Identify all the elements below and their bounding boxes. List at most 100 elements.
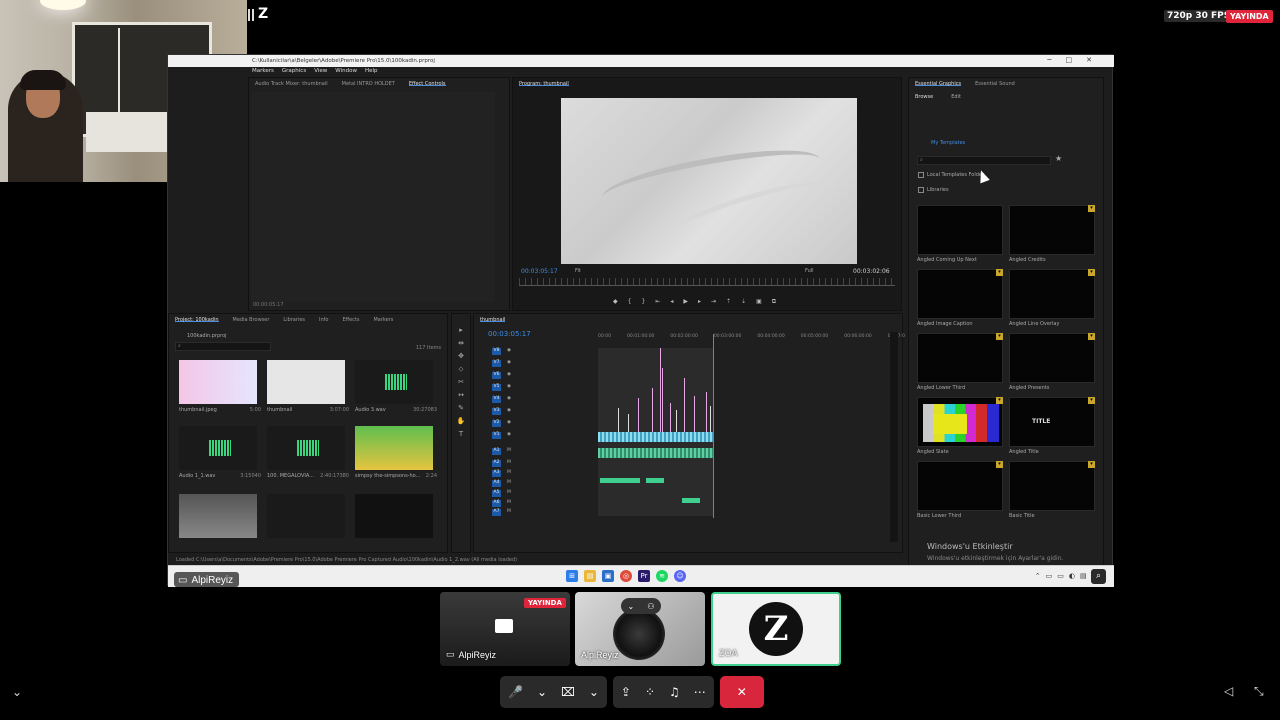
asset-tile[interactable]: 100. MEGALOVIA... 2:40:17380 [267, 426, 349, 484]
template-tile[interactable]: ▾ Angled Lower Third [917, 333, 1003, 395]
mic-icon[interactable]: M [507, 470, 511, 478]
menu-graphics[interactable]: Graphics [282, 68, 306, 77]
asset-tile[interactable]: thumbnail.jpeg 5:00 [179, 360, 261, 418]
audio-clip[interactable] [600, 478, 640, 483]
timeline-timecode[interactable]: 00:03:05:17 [488, 330, 531, 338]
slip-tool-icon[interactable]: ↔ [452, 389, 470, 402]
participant-tile-user[interactable]: ⌄ ⚇ AlpiReyiz [575, 592, 705, 666]
tab-timeline-sequence[interactable]: thumbnail [480, 317, 506, 323]
track-header[interactable]: A6 M [492, 500, 598, 508]
go-to-out-icon[interactable]: ⇥ [711, 298, 716, 306]
mark-out-icon[interactable]: } [641, 298, 645, 306]
windows-start-icon[interactable]: ⊞ [566, 570, 578, 582]
step-back-icon[interactable]: ◂ [670, 298, 673, 306]
timeline-ruler[interactable]: 00:00 00:01:00:00 00:02:00:00 00:03:00:0… [598, 334, 905, 344]
tab-essential-graphics[interactable]: Essential Graphics [915, 81, 962, 87]
premiere-window[interactable]: C:\Kullanicilar\a\Belgeler\Adobe\Premier… [167, 54, 1114, 587]
participant-tile-stream[interactable]: YAYINDA ▭ AlpiReyiz [440, 592, 570, 666]
audio-clip-strip[interactable] [598, 448, 714, 458]
video-clip[interactable] [660, 348, 661, 440]
templates-search-input[interactable]: ⌕ [917, 156, 1051, 165]
eye-icon[interactable]: ◉ [507, 372, 511, 380]
ripple-edit-tool-icon[interactable]: ✥ [452, 350, 470, 363]
tab-program[interactable]: Program: thumbnail [519, 81, 569, 87]
template-tile[interactable]: ▾ Basic Title [1009, 461, 1095, 523]
spotify-icon[interactable]: ≋ [656, 570, 668, 582]
track-header[interactable]: V5 ◉ [492, 384, 598, 392]
chevron-down-icon[interactable]: ⌄ [589, 685, 599, 699]
hand-tool-icon[interactable]: ✋ [452, 415, 470, 428]
razor-tool-icon[interactable]: ⬦ [452, 363, 470, 376]
tab-effects[interactable]: Effects [342, 317, 359, 323]
mic-icon[interactable]: M [507, 448, 511, 456]
chevron-down-icon[interactable]: ⌄ [537, 685, 547, 699]
subtab-edit[interactable]: Edit [951, 94, 961, 100]
template-tile[interactable]: ▾ Angled Presents [1009, 333, 1095, 395]
template-tile[interactable]: ▾ Angled Image Caption [917, 269, 1003, 331]
asset-tile[interactable]: Audio 1_1.wav 3:15040 [179, 426, 261, 484]
track-header[interactable]: A7 M [492, 509, 598, 517]
asset-tile[interactable]: simpsy the-simpsons-ho... 2:24 [355, 426, 437, 484]
export-frame-icon[interactable]: ▣ [756, 298, 762, 306]
tab-audio-track-mixer[interactable]: Audio Track Mixer: thumbnail [255, 81, 328, 87]
step-forward-icon[interactable]: ▸ [698, 298, 701, 306]
libraries-checkbox[interactable]: Libraries [918, 187, 949, 193]
extract-icon[interactable]: ⇣ [741, 298, 746, 306]
menu-view[interactable]: View [314, 68, 327, 77]
template-tile[interactable]: ▾ Angled Line Overlay [1009, 269, 1095, 331]
tile-controls[interactable]: ⌄ ⚇ [621, 598, 661, 614]
tab-effect-controls[interactable]: Effect Controls [408, 81, 446, 87]
resolution-select[interactable]: Full [805, 268, 814, 274]
menu-markers[interactable]: Markers [252, 68, 274, 77]
window-title-bar[interactable]: C:\Kullanicilar\a\Belgeler\Adobe\Premier… [168, 55, 1114, 67]
track-header[interactable]: A1 M [492, 448, 598, 456]
tab-markers[interactable]: Markers [373, 317, 393, 323]
effect-controls-area[interactable] [251, 92, 495, 302]
lift-icon[interactable]: ⇡ [726, 298, 731, 306]
audio-clip[interactable] [682, 498, 700, 503]
mic-icon[interactable]: M [507, 509, 511, 517]
menu-help[interactable]: Help [365, 68, 378, 77]
video-clip[interactable] [662, 368, 663, 440]
track-header[interactable]: V4 ◉ [492, 396, 598, 404]
track-header[interactable]: V8 ◉ [492, 348, 598, 356]
participant-tile-zoa[interactable]: Z ZOA [711, 592, 841, 666]
marker-icon[interactable]: ◆ [613, 298, 618, 306]
timeline-empty-area[interactable] [714, 348, 872, 516]
comparison-icon[interactable]: ⧉ [772, 298, 776, 306]
my-templates-button[interactable]: My Templates [931, 140, 965, 146]
cut-tool-icon[interactable]: ✂ [452, 376, 470, 389]
microphone-icon[interactable]: 🎤 [508, 685, 523, 699]
track-select-tool-icon[interactable]: ⇹ [452, 337, 470, 350]
eye-icon[interactable]: ◉ [507, 348, 511, 356]
template-tile[interactable]: ▾ Angled Slate [917, 397, 1003, 459]
project-search-input[interactable]: ⌕ [175, 342, 271, 351]
asset-tile[interactable] [355, 494, 437, 552]
tab-essential-sound[interactable]: Essential Sound [975, 81, 1015, 87]
mark-in-icon[interactable]: { [628, 298, 632, 306]
mic-icon[interactable]: M [507, 500, 511, 508]
video-clip[interactable] [684, 378, 685, 440]
eye-icon[interactable]: ◉ [507, 408, 511, 416]
pen-tool-icon[interactable]: ✎ [452, 402, 470, 415]
track-header[interactable]: A3 M [492, 470, 598, 478]
asset-tile[interactable] [267, 494, 349, 552]
mic-icon[interactable]: M [507, 490, 511, 498]
mic-icon[interactable]: M [507, 480, 511, 488]
tab-info[interactable]: Info [319, 317, 328, 323]
subtab-browse[interactable]: Browse [915, 94, 933, 100]
tab-libraries[interactable]: Libraries [283, 317, 305, 323]
checkbox[interactable] [918, 172, 924, 178]
eye-icon[interactable]: ◉ [507, 420, 511, 428]
asset-tile[interactable]: Audio 3.wav 30:27083 [355, 360, 437, 418]
tab-project[interactable]: Project: 100kadin [175, 317, 219, 323]
chrome-icon[interactable]: ◎ [620, 570, 632, 582]
eye-icon[interactable]: ◉ [507, 432, 511, 440]
file-explorer-icon[interactable]: ▤ [584, 570, 596, 582]
track-header[interactable]: V7 ◉ [492, 360, 598, 368]
program-scrubber[interactable] [519, 278, 895, 286]
eye-icon[interactable]: ◉ [507, 384, 511, 392]
track-header[interactable]: V1 ◉ [492, 432, 598, 440]
track-header[interactable]: A5 M [492, 490, 598, 498]
timeline-playhead[interactable] [713, 334, 714, 518]
